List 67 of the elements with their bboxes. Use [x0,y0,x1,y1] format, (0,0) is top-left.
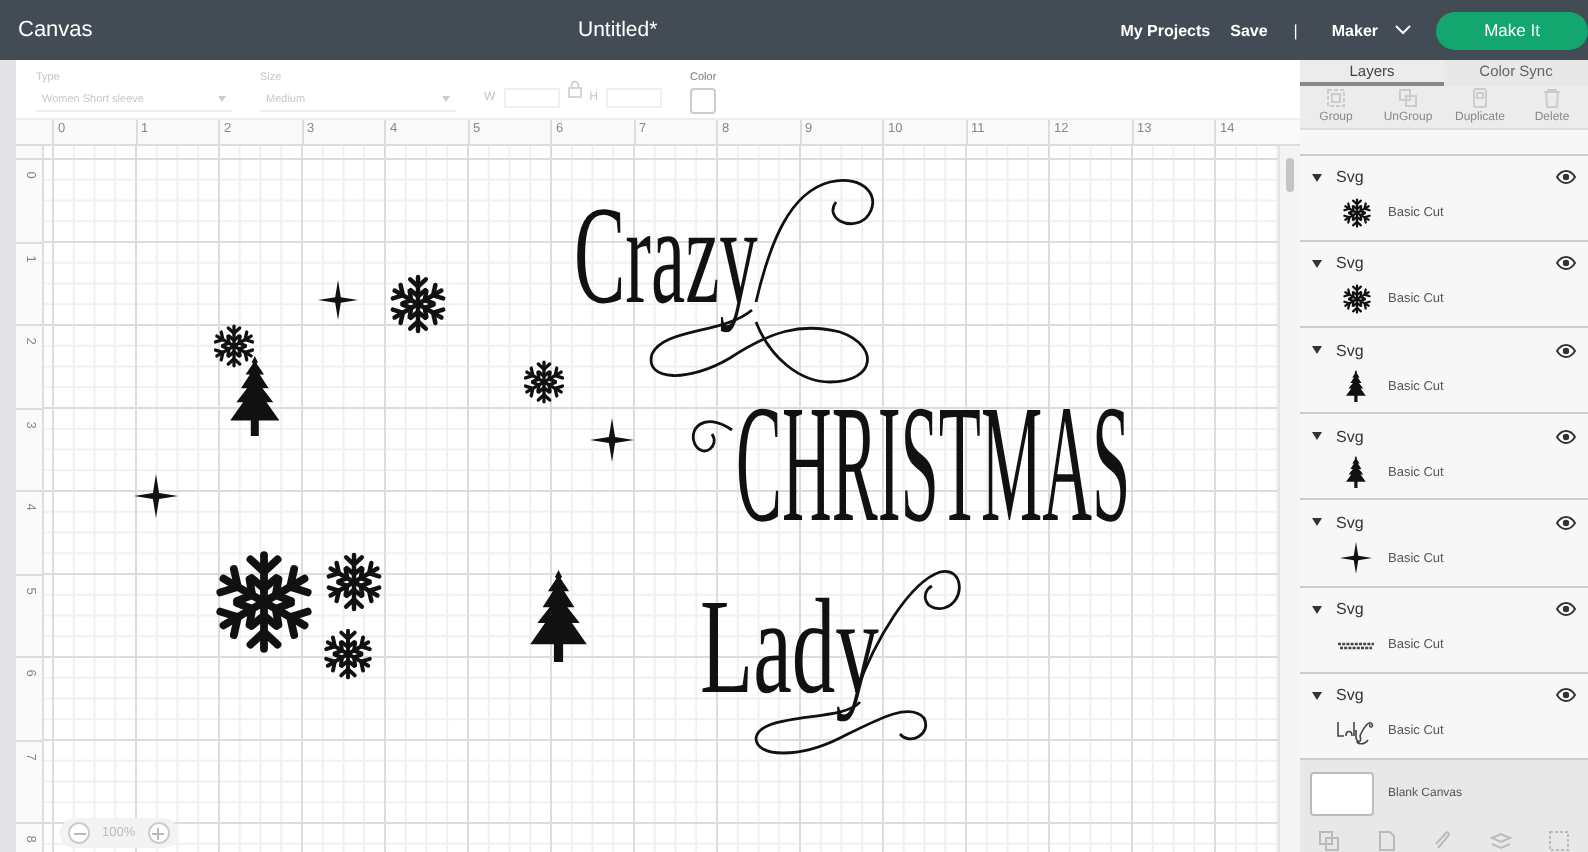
minus-icon [73,827,85,839]
caret-down-icon [1312,518,1322,527]
canvas-text: Crazy [574,188,758,328]
canvas-text: CHRISTMAS [736,382,1131,550]
sparkle-star-icon [318,280,358,320]
caret-down-icon [1312,691,1322,700]
zoom-in-button[interactable] [147,822,170,844]
overlapping-squares-icon[interactable] [1317,829,1340,852]
snowflake-icon [1341,284,1371,315]
snowflake-icon [324,552,384,612]
stack-icon[interactable] [1490,829,1513,852]
caret-down-icon [1312,605,1322,614]
layer-name: Svg [1336,168,1364,187]
ungroup-icon [1398,88,1418,109]
dotted-square-icon[interactable] [1548,829,1571,852]
chevron-down-icon [1394,24,1412,36]
group-icon [1326,88,1346,109]
eye-icon[interactable] [1556,170,1576,185]
text-thumbnail [1338,639,1374,652]
document-title: Untitled* [578,18,658,42]
pine-tree-icon [1346,370,1366,403]
plus-icon [152,827,165,839]
eye-icon[interactable] [1556,256,1576,271]
machine-dropdown[interactable]: Maker [1331,21,1412,39]
trash-icon [1542,88,1562,109]
nav-link[interactable]: My Projects [1120,21,1211,39]
paperclip-icon[interactable] [1432,829,1455,852]
eye-icon[interactable] [1556,515,1576,530]
snowflake-icon [212,324,256,368]
caret-down-icon [1312,432,1322,441]
separator: | [1293,21,1298,39]
eye-icon[interactable] [1556,688,1576,703]
lock-icon [567,79,582,97]
snowflake-icon [388,274,448,334]
blank-canvas-thumbnail[interactable] [1310,771,1374,816]
eye-icon[interactable] [1556,602,1576,617]
scrollbar-thumb[interactable] [1286,158,1294,192]
caret-down-icon [1312,346,1322,355]
snowflake-icon [1341,198,1371,229]
layer-name: Svg [1336,600,1364,619]
page-icon[interactable] [1375,829,1398,852]
caret-down-icon [1312,173,1322,182]
layer-name: Svg [1336,341,1364,360]
app-section-title: Canvas [18,18,93,42]
color-swatch[interactable] [690,88,717,114]
eye-icon[interactable] [1556,343,1576,358]
sparkle-star-icon [590,418,634,462]
duplicate-icon [1470,88,1490,109]
layer-name: Svg [1336,686,1364,705]
snowflake-icon [322,628,374,680]
sparkle-star-icon [1340,542,1372,575]
layer-name: Svg [1336,254,1364,273]
nav-link[interactable]: Save [1230,21,1268,39]
layer-name: Svg [1336,513,1364,532]
snowflake-icon [522,360,566,404]
zoom-out-button[interactable] [68,822,90,844]
snowflake-icon [212,550,316,654]
pine-tree-icon [230,356,280,436]
caret-down-icon [1312,259,1322,268]
sparkle-star-icon [134,474,178,518]
eye-icon[interactable] [1556,429,1576,444]
caret-down-icon [442,96,450,102]
layer-name: Svg [1336,427,1364,446]
script-text-thumbnail [1336,717,1376,746]
pine-tree-icon [530,570,588,662]
caret-down-icon [218,96,226,102]
pine-tree-icon [1346,456,1366,489]
